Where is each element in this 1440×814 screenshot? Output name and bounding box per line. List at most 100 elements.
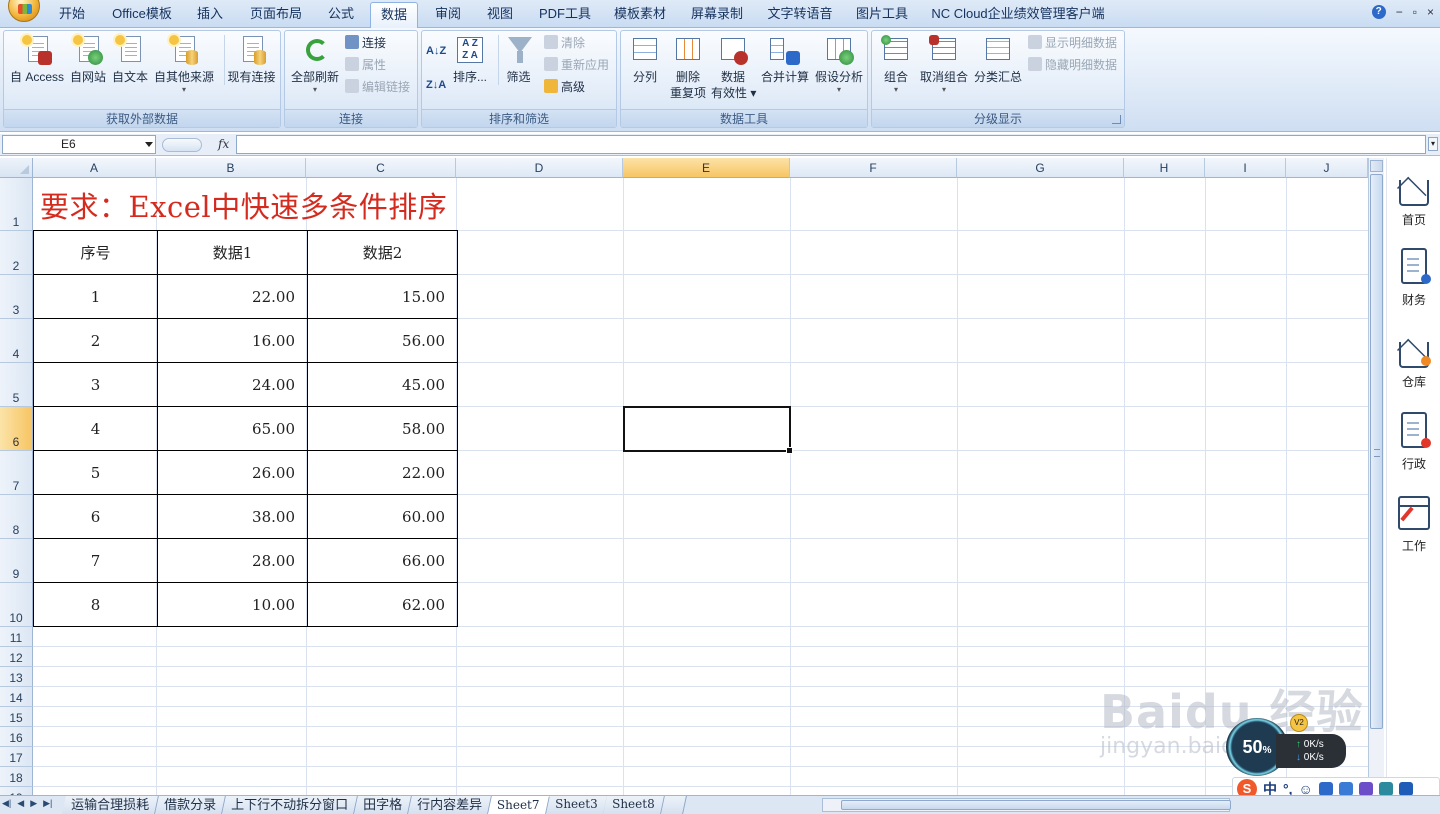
data-validation-button[interactable]: 数据 有效性 ▾ (711, 35, 756, 101)
sheet-tab[interactable]: 上下行不动拆分窗口 (222, 796, 358, 814)
tab-data[interactable]: 数据 (370, 2, 418, 29)
show-detail-button[interactable]: 显示明细数据 (1028, 33, 1117, 53)
tab-template-materials[interactable]: 模板素材 (608, 2, 672, 26)
table-cell[interactable]: 28.00 (157, 538, 308, 583)
table-cell[interactable]: 8 (33, 582, 158, 627)
properties-button[interactable]: 属性 (345, 55, 386, 75)
row-header-13[interactable]: 13 (0, 667, 33, 687)
text-to-columns-button[interactable]: 分列 (625, 35, 665, 85)
filter-button[interactable]: 筛选 (498, 35, 538, 85)
existing-connections-button[interactable]: 现有连接 (224, 35, 278, 85)
table-cell[interactable]: 22.00 (307, 450, 458, 495)
sort-descending-button[interactable]: Z↓A (426, 75, 446, 95)
row-header-17[interactable]: 17 (0, 747, 33, 767)
prev-sheet-icon[interactable]: ◀ (17, 798, 24, 809)
restore-icon[interactable]: ▫ (1413, 5, 1417, 19)
sheet-tab[interactable]: 田字格 (354, 796, 412, 814)
last-sheet-icon[interactable]: ▶| (43, 798, 52, 809)
tab-pdf-tools[interactable]: PDF工具 (534, 2, 596, 26)
table-cell[interactable]: 45.00 (307, 362, 458, 407)
side-item-warehouse[interactable]: 仓库 (1387, 328, 1440, 390)
table-cell[interactable]: 38.00 (157, 494, 308, 539)
column-header-f[interactable]: F (790, 158, 957, 178)
table-cell[interactable]: 60.00 (307, 494, 458, 539)
table-cell[interactable]: 62.00 (307, 582, 458, 627)
tab-view[interactable]: 视图 (480, 2, 520, 26)
column-header-e[interactable]: E (623, 158, 790, 178)
edit-links-button[interactable]: 编辑链接 (345, 77, 410, 97)
sheet-tab[interactable]: 行内容差异 (408, 796, 492, 814)
row-header-19[interactable]: 19 (0, 787, 33, 795)
from-access-button[interactable]: 自 Access (8, 35, 66, 85)
consolidate-button[interactable]: 合并计算 (759, 35, 811, 85)
close-icon[interactable]: × (1427, 5, 1434, 19)
next-sheet-icon[interactable]: ▶ (30, 798, 37, 809)
row-header-10[interactable]: 10 (0, 583, 33, 627)
microphone-icon[interactable] (1318, 782, 1333, 796)
horizontal-scroll-thumb[interactable] (841, 800, 1231, 810)
group-button[interactable]: 组合 ▾ (878, 35, 914, 95)
tab-review[interactable]: 审阅 (428, 2, 468, 26)
table-cell[interactable]: 56.00 (307, 318, 458, 363)
table-cell[interactable]: 7 (33, 538, 158, 583)
first-sheet-icon[interactable]: ◀| (2, 798, 11, 809)
name-box[interactable]: E6 (2, 135, 156, 154)
tab-picture-tools[interactable]: 图片工具 (850, 2, 914, 26)
column-header-j[interactable]: J (1286, 158, 1368, 178)
table-cell[interactable]: 5 (33, 450, 158, 495)
name-box-dropdown-icon[interactable] (145, 142, 153, 147)
sort-button[interactable]: A ZZ A 排序... (450, 35, 490, 85)
row-header-8[interactable]: 8 (0, 495, 33, 539)
expand-formula-bar-icon[interactable]: ▾ (1428, 137, 1438, 151)
sheet-tab[interactable]: Sheet8 (603, 796, 665, 814)
from-text-button[interactable]: 自文本 (110, 35, 150, 85)
sheet-title-cell[interactable]: 要求：Excel中快速多条件排序 (40, 184, 447, 226)
table-header-cell[interactable]: 序号 (33, 230, 158, 275)
clear-filter-button[interactable]: 清除 (544, 33, 585, 53)
hide-detail-button[interactable]: 隐藏明细数据 (1028, 55, 1117, 75)
row-header-5[interactable]: 5 (0, 363, 33, 407)
tab-nc-cloud[interactable]: NC Cloud企业绩效管理客户端 (928, 2, 1108, 26)
sheet-tab[interactable]: Sheet3 (545, 796, 608, 814)
formula-input[interactable] (236, 135, 1426, 154)
side-item-work[interactable]: 工作 (1387, 492, 1440, 554)
column-header-h[interactable]: H (1124, 158, 1205, 178)
tab-screen-record[interactable]: 屏幕录制 (684, 2, 750, 26)
row-header-1[interactable]: 1 (0, 178, 33, 231)
insert-sheet-icon[interactable] (660, 796, 687, 814)
table-cell[interactable]: 1 (33, 274, 158, 319)
refresh-all-button[interactable]: 全部刷新 ▾ (289, 35, 341, 95)
table-header-cell[interactable]: 数据1 (157, 230, 308, 275)
column-header-d[interactable]: D (456, 158, 623, 178)
advanced-filter-button[interactable]: 高级 (544, 77, 585, 97)
column-header-b[interactable]: B (156, 158, 306, 178)
what-if-analysis-button[interactable]: 假设分析 ▾ (813, 35, 865, 95)
office-button[interactable] (8, 0, 40, 22)
from-other-sources-button[interactable]: 自其他来源 ▾ (152, 35, 216, 95)
sort-ascending-button[interactable]: A↓Z (426, 41, 446, 61)
table-cell[interactable]: 15.00 (307, 274, 458, 319)
column-header-a[interactable]: A (33, 158, 156, 178)
skin-icon[interactable] (1378, 782, 1393, 796)
sheet-tab-active[interactable]: Sheet7 (488, 796, 550, 814)
minimize-icon[interactable]: − (1396, 5, 1403, 19)
table-cell[interactable]: 26.00 (157, 450, 308, 495)
table-cell[interactable]: 3 (33, 362, 158, 407)
tab-formulas[interactable]: 公式 (320, 2, 362, 26)
active-cell-e6[interactable] (623, 406, 793, 454)
tab-home[interactable]: 开始 (52, 2, 92, 26)
reapply-button[interactable]: 重新应用 (544, 55, 609, 75)
table-cell[interactable]: 65.00 (157, 406, 308, 451)
row-header-2[interactable]: 2 (0, 231, 33, 275)
row-header-15[interactable]: 15 (0, 707, 33, 727)
worksheet-grid[interactable]: A B C D E F G H I J 1 2 3 4 5 6 7 8 9 10… (0, 158, 1368, 795)
row-header-12[interactable]: 12 (0, 647, 33, 667)
tab-page-layout[interactable]: 页面布局 (244, 2, 308, 26)
table-cell[interactable]: 22.00 (157, 274, 308, 319)
table-cell[interactable]: 4 (33, 406, 158, 451)
table-header-cell[interactable]: 数据2 (307, 230, 458, 275)
subtotal-button[interactable]: 分类汇总 (972, 35, 1024, 85)
help-icon[interactable]: ? (1371, 5, 1386, 19)
row-header-14[interactable]: 14 (0, 687, 33, 707)
dialog-launcher-icon[interactable] (1112, 115, 1121, 124)
